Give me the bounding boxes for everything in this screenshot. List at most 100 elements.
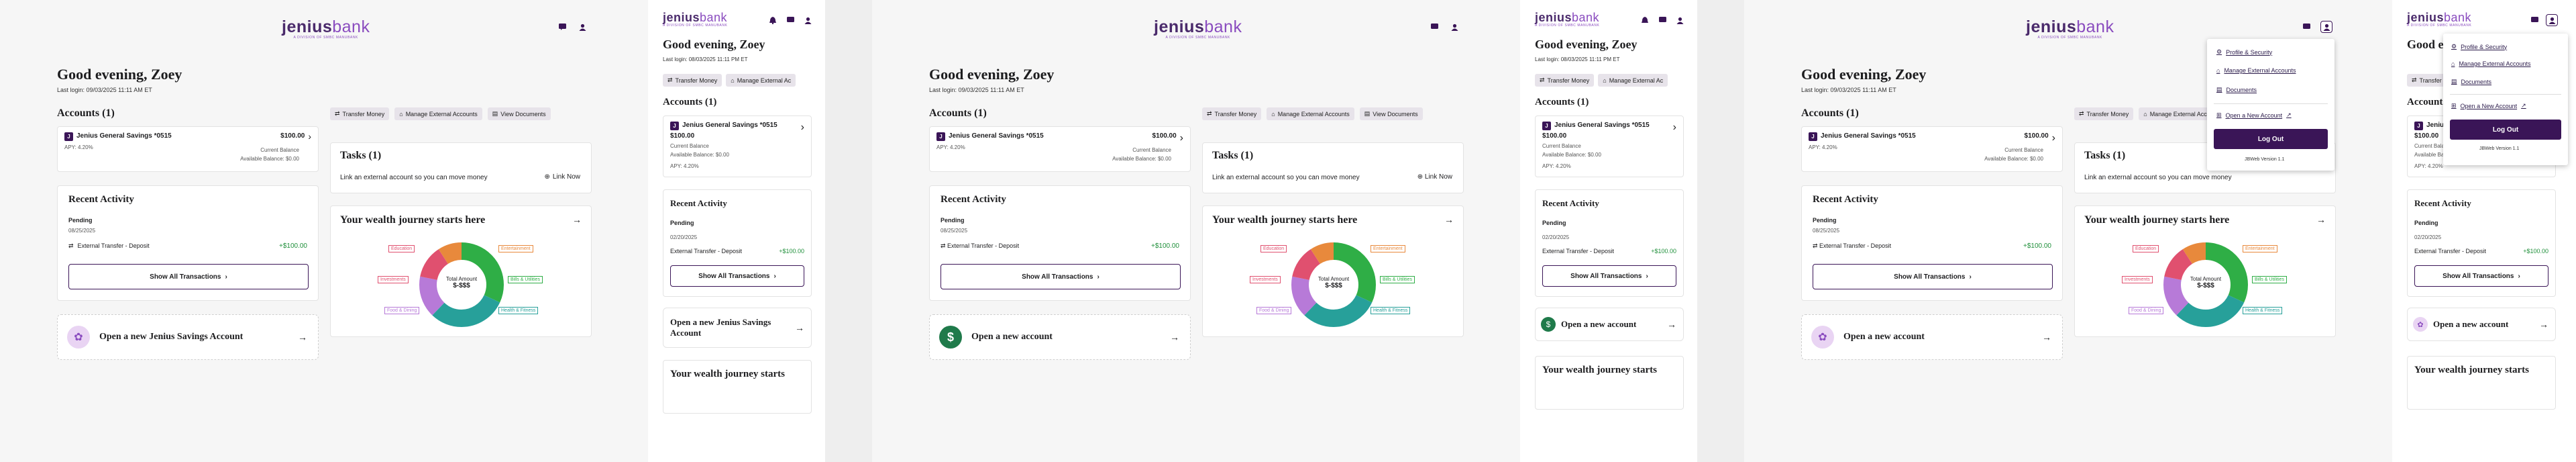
show-all-transactions-button[interactable]: Show All Transactions › xyxy=(670,265,804,287)
chevron-right-icon: › xyxy=(308,131,311,142)
show-all-transactions-button[interactable]: Show All Transactions › xyxy=(68,264,309,289)
recent-activity-card: Recent Activity Pending 02/20/2025 Exter… xyxy=(2407,189,2556,297)
logo: jeniusbank A DIVISION OF SMBC MANUBANK xyxy=(663,11,728,28)
open-savings-account-card[interactable]: ✿ Open a new account → xyxy=(1801,314,2063,360)
recent-activity-card: Recent Activity Pending 02/20/2025 Exter… xyxy=(663,189,812,297)
account-card[interactable]: J Jenius General Savings *0515 › $100.00 C… xyxy=(663,116,812,177)
transfer-money-button[interactable]: ⇄ Transfer Money xyxy=(1535,74,1595,87)
menu-documents[interactable]: ▤ Documents xyxy=(2451,78,2491,85)
message-icon[interactable] xyxy=(1657,15,1668,26)
logout-button[interactable]: Log Out xyxy=(2450,120,2561,140)
logout-button[interactable]: Log Out xyxy=(2214,129,2328,149)
logo: jeniusbank A DIVISION OF SMBC MANUBANK xyxy=(1535,11,1600,28)
menu-documents[interactable]: ▤ Documents xyxy=(2216,86,2257,93)
bank-icon: ⌂ xyxy=(399,110,403,118)
message-icon[interactable] xyxy=(2529,15,2540,26)
menu-manage-external[interactable]: ⌂ Manage External Accounts xyxy=(2216,67,2296,74)
message-icon[interactable] xyxy=(1429,21,1440,32)
message-icon[interactable] xyxy=(2301,21,2312,32)
menu-open-account[interactable]: ⊞ Open a New Account ↗ xyxy=(2216,111,2292,119)
arrow-right-icon: → xyxy=(572,214,582,225)
last-login: Last login: 08/03/2025 11:11 PM ET xyxy=(663,56,748,62)
table-row[interactable]: ⇄ External Transfer - Deposit xyxy=(68,242,150,250)
bank-icon: ⌂ xyxy=(2216,67,2220,74)
wealth-card[interactable]: Your wealth journey starts xyxy=(2407,356,2556,410)
user-icon[interactable] xyxy=(1674,15,1685,26)
panel-desktop-3: jeniusbank A DIVISION OF SMBC MANUBANK G… xyxy=(1744,0,2392,462)
plus-circle-icon: ⊕ xyxy=(544,173,550,181)
last-login: Last login: 09/03/2025 11:11 AM ET xyxy=(929,87,1024,93)
view-documents-button[interactable]: ▤ View Documents xyxy=(1359,107,1423,120)
open-account-card[interactable]: $ Open a new account → xyxy=(1535,308,1684,341)
open-savings-account-card[interactable]: Open a new Jenius Savings Account → xyxy=(663,308,812,348)
dollar-icon: $ xyxy=(939,326,962,349)
bell-icon[interactable] xyxy=(1640,15,1650,26)
account-card[interactable]: J Jenius General Savings *0515 › $100.00 C… xyxy=(1535,116,1684,177)
open-account-card[interactable]: $ Open a new account → xyxy=(929,314,1191,360)
greeting: Good evening, Zoey xyxy=(57,66,182,83)
document-icon: ▤ xyxy=(492,110,498,117)
piggy-bank-icon: ✿ xyxy=(1811,326,1834,349)
manage-external-button[interactable]: ⌂ Manage External Accounts xyxy=(394,107,482,120)
accounts-title: Accounts (1) xyxy=(663,97,717,107)
user-icon[interactable] xyxy=(2546,14,2558,26)
open-savings-account-card[interactable]: ✿ Open a new Jenius Savings Account → xyxy=(57,314,319,360)
show-all-transactions-button[interactable]: Show All Transactions › xyxy=(1813,264,2053,289)
panel-mobile-3: jeniusbank A DIVISION OF SMBC MANUBANK G… xyxy=(2392,0,2576,462)
bell-icon[interactable] xyxy=(767,15,778,26)
open-savings-account-card[interactable]: ✿ Open a new account → xyxy=(2407,308,2556,341)
transfer-money-button[interactable]: ⇄ Transfer Money xyxy=(330,107,390,120)
transfer-money-button[interactable]: ⇄ Transfer Money xyxy=(2074,107,2134,120)
wealth-card[interactable]: Your wealth journey starts here → Total … xyxy=(2074,205,2336,337)
transfer-icon: ⇄ xyxy=(68,242,74,249)
message-icon[interactable] xyxy=(785,15,796,26)
user-icon[interactable] xyxy=(2320,21,2332,33)
account-card[interactable]: J Jenius General Savings *0515 $100.00 › AP… xyxy=(1801,126,2063,172)
external-link-icon: ↗ xyxy=(2286,111,2292,118)
greeting: Good evening, Zoey xyxy=(1535,38,1638,51)
wealth-card[interactable]: Your wealth journey starts xyxy=(663,360,812,414)
gear-icon: ⚙ xyxy=(2216,48,2222,55)
menu-manage-external[interactable]: ⌂ Manage External Accounts xyxy=(2451,60,2531,67)
recent-activity-card: Recent Activity Pending 02/20/2025 Exter… xyxy=(1535,189,1684,297)
wealth-card[interactable]: Your wealth journey starts here → Total … xyxy=(1202,205,1464,337)
show-all-transactions-button[interactable]: Show All Transactions › xyxy=(1542,265,1676,287)
show-all-transactions-button[interactable]: Show All Transactions › xyxy=(2414,265,2548,287)
transfer-money-button[interactable]: ⇄ Transfer Money xyxy=(663,74,722,87)
view-documents-button[interactable]: ▤ View Documents xyxy=(487,107,551,120)
message-icon[interactable] xyxy=(557,21,568,32)
menu-profile-security[interactable]: ⚙ Profile & Security xyxy=(2216,48,2272,56)
greeting: Good evening, Zoey xyxy=(663,38,765,51)
version-text: JBWeb Version 1.1 xyxy=(2479,146,2520,151)
menu-open-account[interactable]: ⊞ Open a New Account ↗ xyxy=(2451,102,2526,109)
accounts-title: Accounts (1) xyxy=(1535,97,1589,107)
manage-external-button[interactable]: ⌂ Manage External Ac xyxy=(1598,74,1668,87)
account-card[interactable]: J Jenius General Savings *0515 $100.00 › AP… xyxy=(929,126,1191,172)
logo: jeniusbank A DIVISION OF SMBC MANUBANK xyxy=(2407,11,2472,28)
dollar-icon: $ xyxy=(1541,317,1556,332)
show-all-transactions-button[interactable]: Show All Transactions › xyxy=(941,264,1181,289)
manage-external-button[interactable]: ⌂ Manage External Ac xyxy=(726,74,796,87)
greeting: Good evening, Zoey xyxy=(929,66,1055,83)
link-now-button[interactable]: ⊕ Link Now xyxy=(1417,173,1452,181)
manage-external-button[interactable]: ⌂ Manage External Accounts xyxy=(1267,107,1354,120)
wealth-card[interactable]: Your wealth journey starts here → Total … xyxy=(330,205,592,337)
link-now-button[interactable]: ⊕ Link Now xyxy=(544,173,580,181)
transfer-money-button[interactable]: ⇄ Transfer Money xyxy=(1202,107,1262,120)
user-icon[interactable] xyxy=(1449,21,1460,32)
panel-desktop-2: jeniusbank A DIVISION OF SMBC MANUBANK G… xyxy=(872,0,1520,462)
recent-activity-card: Recent Activity Pending 08/25/2025 ⇄ Ext… xyxy=(929,185,1191,301)
panel-desktop-1: jeniusbank A DIVISION OF SMBC MANUBANK G… xyxy=(0,0,648,462)
transfer-icon: ⇄ xyxy=(335,110,340,117)
menu-profile-security[interactable]: ⚙ Profile & Security xyxy=(2451,43,2507,50)
profile-menu: ⚙ Profile & Security ⌂ Manage External Acc… xyxy=(2207,39,2334,171)
accounts-title: Accounts (1) xyxy=(1801,107,1859,119)
account-card[interactable]: J Jenius General Savings *0515 $100.00 ›… xyxy=(57,126,319,172)
wealth-card[interactable]: Your wealth journey starts xyxy=(1535,356,1684,410)
profile-menu: ⚙ Profile & Security ⌂ Manage External Acc… xyxy=(2443,34,2568,165)
divider xyxy=(2450,94,2561,95)
user-icon[interactable] xyxy=(577,21,588,32)
logo: jeniusbank A DIVISION OF SMBC MANUBANK xyxy=(2026,17,2114,40)
recent-activity-card: Recent Activity Pending 08/25/2025 ⇄ Ext… xyxy=(1801,185,2063,301)
user-icon[interactable] xyxy=(802,15,813,26)
